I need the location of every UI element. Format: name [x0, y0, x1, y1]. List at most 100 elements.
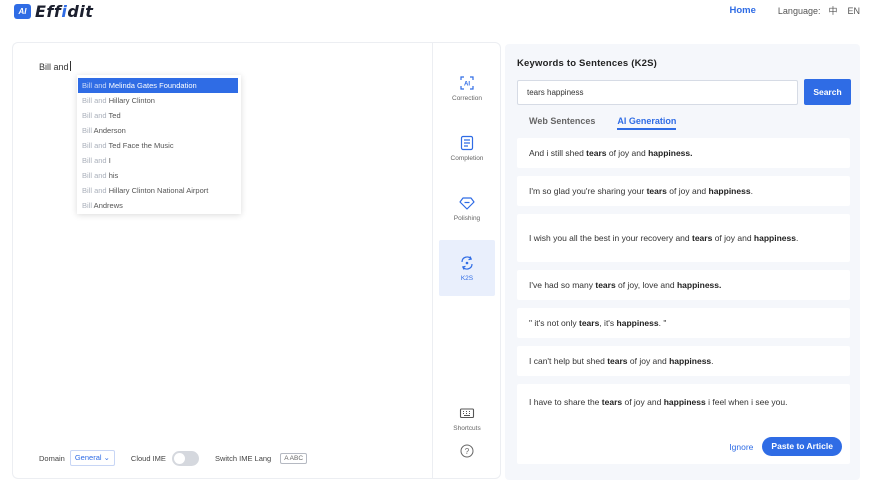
- correction-icon: AI: [460, 75, 474, 90]
- tool-polishing[interactable]: Polishing: [439, 180, 495, 236]
- result-sentence-card[interactable]: I can't help but shed tears of joy and h…: [517, 346, 850, 376]
- sentence-segment: i feel when i see you.: [705, 397, 788, 407]
- domain-label: Domain: [39, 453, 65, 463]
- autocomplete-item-completion: Ted Face the Music: [106, 141, 174, 150]
- language-label: Language:: [777, 5, 821, 16]
- autocomplete-dropdown: Bill and Melinda Gates Foundation Bill an…: [77, 75, 241, 214]
- autocomplete-item-prefix: Bill and: [82, 81, 107, 90]
- autocomplete-item-completion: I: [106, 156, 111, 165]
- cloud-ime-label: Cloud IME: [130, 453, 166, 463]
- autocomplete-item-prefix: Bill and: [82, 186, 107, 195]
- autocomplete-item[interactable]: Bill and I: [78, 153, 238, 168]
- logo-text: Effidit: [35, 1, 94, 21]
- tab-ai-generation[interactable]: AI Generation: [617, 116, 677, 130]
- keyword-highlight: happiness: [753, 233, 796, 243]
- sentence-segment: .: [750, 186, 753, 196]
- editor-panel[interactable]: Bill and Bill and Melinda Gates Foundati…: [12, 42, 432, 479]
- keyboard-icon: [459, 407, 475, 418]
- text-caret: [69, 61, 71, 71]
- autocomplete-item[interactable]: Bill and Ted: [78, 108, 238, 123]
- sentence-segment: .: [795, 233, 799, 243]
- lang-en-option[interactable]: EN: [847, 6, 860, 16]
- autocomplete-item-prefix: Bill and: [82, 171, 107, 180]
- autocomplete-item-completion: Hillary Clinton: [106, 96, 155, 105]
- autocomplete-item[interactable]: Bill and Hillary Clinton: [78, 93, 238, 108]
- tool-rail: AI Correction Completion Polishing K2S S…: [432, 42, 501, 479]
- sentence-segment: . ": [658, 318, 667, 328]
- autocomplete-item-completion: Anderson: [92, 126, 126, 135]
- tool-label: Correction: [452, 94, 482, 102]
- autocomplete-item[interactable]: Bill and his: [78, 168, 238, 183]
- autocomplete-item-completion: Andrews: [92, 201, 123, 210]
- autocomplete-item-prefix: Bill and: [82, 96, 107, 105]
- keyword-highlight: tears: [607, 356, 628, 366]
- sentence-segment: I can't help but shed: [529, 356, 608, 366]
- autocomplete-item[interactable]: Bill Andrews: [78, 198, 238, 213]
- result-sentence-card[interactable]: I'm so glad you're sharing your tears of…: [517, 176, 850, 206]
- tab-web-sentences[interactable]: Web Sentences: [529, 116, 595, 130]
- tool-k2s[interactable]: K2S: [439, 240, 495, 296]
- nav-home-link[interactable]: Home: [730, 5, 756, 16]
- result-sentence-text: I've had so many tears of joy, love and …: [529, 277, 721, 293]
- sentence-segment: " it's not only: [529, 318, 579, 328]
- keyword-highlight: tears: [646, 186, 667, 196]
- switch-ime-label: Switch IME Lang: [214, 453, 272, 463]
- autocomplete-item[interactable]: Bill and Melinda Gates Foundation: [78, 78, 238, 93]
- toggle-knob: [173, 452, 185, 464]
- autocomplete-item[interactable]: Bill and Ted Face the Music: [78, 138, 238, 153]
- result-sentence-card[interactable]: I have to share the tears of joy and hap…: [517, 384, 850, 464]
- completion-icon: [460, 135, 474, 150]
- top-nav: Home Language: 中 EN: [730, 4, 866, 17]
- ignore-button[interactable]: Ignore: [729, 439, 753, 455]
- sentence-segment: .: [711, 356, 714, 366]
- autocomplete-item-completion: Hillary Clinton National Airport: [106, 186, 209, 195]
- k2s-panel: Keywords to Sentences (K2S) Search Web S…: [505, 44, 860, 480]
- editor-textarea[interactable]: Bill and: [39, 61, 71, 72]
- domain-select[interactable]: General ⌄: [69, 450, 115, 466]
- tool-correction[interactable]: AI Correction: [439, 60, 495, 116]
- result-sentence-card[interactable]: " it's not only tears, it's happiness. ": [517, 308, 850, 338]
- logo-badge: AI: [14, 3, 31, 19]
- keyword-highlight: happiness: [669, 356, 712, 366]
- result-sentence-card[interactable]: I wish you all the best in your recovery…: [517, 214, 850, 262]
- polishing-icon: [459, 196, 475, 210]
- editor-bottom-bar: Domain General ⌄ Cloud IME Switch IME La…: [39, 450, 308, 466]
- autocomplete-item-completion: Ted: [106, 111, 121, 120]
- keyword-search-input[interactable]: [517, 80, 798, 105]
- result-sentence-card[interactable]: I've had so many tears of joy, love and …: [517, 270, 850, 300]
- result-sentence-text: I wish you all the best in your recovery…: [529, 230, 798, 246]
- logo[interactable]: AI Effidit: [14, 1, 94, 21]
- svg-text:AI: AI: [464, 81, 470, 87]
- lang-zh-option[interactable]: 中: [828, 4, 837, 17]
- autocomplete-item-prefix: Bill and: [82, 141, 107, 150]
- search-button[interactable]: Search: [804, 79, 851, 105]
- result-sentence-card[interactable]: And i still shed tears of joy and happin…: [517, 138, 850, 168]
- k2s-tabs: Web Sentences AI Generation: [529, 116, 698, 130]
- sentence-segment: I have to share the: [529, 397, 602, 407]
- keyword-highlight: tears: [692, 233, 713, 243]
- tool-label: Completion: [450, 154, 484, 162]
- result-sentence-text: I have to share the tears of joy and hap…: [529, 394, 838, 410]
- autocomplete-item[interactable]: Bill Anderson: [78, 123, 238, 138]
- autocomplete-item-prefix: Bill: [82, 126, 93, 135]
- sentence-segment: of joy and: [666, 186, 709, 196]
- keyword-highlight: happiness.: [648, 148, 693, 158]
- paste-to-article-button[interactable]: Paste to Article: [762, 437, 842, 456]
- cloud-ime-toggle[interactable]: [171, 450, 199, 466]
- keyword-highlight: happiness: [616, 318, 659, 328]
- result-sentence-text: " it's not only tears, it's happiness. ": [529, 315, 666, 331]
- ime-lang-switch[interactable]: A ABC: [280, 452, 308, 464]
- autocomplete-item-completion: his: [106, 171, 119, 180]
- autocomplete-item-completion: Melinda Gates Foundation: [106, 81, 197, 90]
- autocomplete-item-prefix: Bill: [82, 201, 93, 210]
- tool-completion[interactable]: Completion: [439, 120, 495, 176]
- sentence-segment: I'm so glad you're sharing your: [529, 186, 647, 196]
- k2s-icon: [461, 255, 473, 270]
- result-sentence-text: And i still shed tears of joy and happin…: [529, 145, 693, 161]
- keyword-highlight: happiness: [708, 186, 751, 196]
- help-button[interactable]: ?: [439, 423, 495, 479]
- keyword-highlight: tears: [586, 148, 607, 158]
- autocomplete-item[interactable]: Bill and Hillary Clinton National Airpor…: [78, 183, 238, 198]
- keyword-highlight: tears: [595, 280, 616, 290]
- help-circle-icon: ?: [460, 444, 474, 458]
